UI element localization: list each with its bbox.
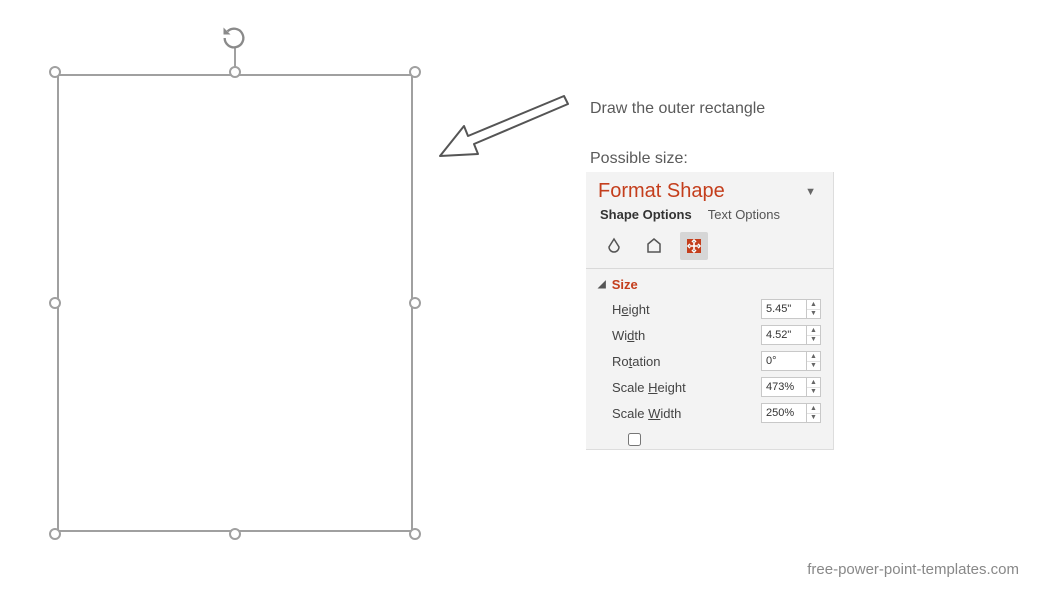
rotation-spin-down[interactable]: ▼ <box>807 362 820 371</box>
resize-handle-top-middle[interactable] <box>229 66 241 78</box>
scale-width-spin-down[interactable]: ▼ <box>807 414 820 423</box>
fill-line-icon[interactable] <box>600 232 628 260</box>
scale-width-spin-up[interactable]: ▲ <box>807 404 820 414</box>
resize-handle-bottom-middle[interactable] <box>229 528 241 540</box>
effects-icon[interactable] <box>640 232 668 260</box>
width-spin-up[interactable]: ▲ <box>807 326 820 336</box>
scale-width-spinner[interactable]: ▲ ▼ <box>761 403 821 423</box>
scale-height-spin-up[interactable]: ▲ <box>807 378 820 388</box>
scale-height-spinner[interactable]: ▲ ▼ <box>761 377 821 397</box>
instruction-text-1: Draw the outer rectangle <box>590 100 765 118</box>
watermark-text: free-power-point-templates.com <box>807 561 1019 578</box>
resize-handle-bottom-left[interactable] <box>49 528 61 540</box>
pane-dropdown-icon[interactable]: ▼ <box>800 183 821 201</box>
instruction-text-2: Possible size: <box>590 150 688 168</box>
label-scale-width: Scale Width <box>600 406 681 421</box>
tab-text-options[interactable]: Text Options <box>708 207 780 222</box>
label-scale-height: Scale Height <box>600 380 686 395</box>
section-size-header[interactable]: ◢ Size <box>586 269 833 296</box>
label-rotation: Rotation <box>600 354 660 369</box>
lock-aspect-checkbox[interactable] <box>628 433 641 446</box>
scale-height-input[interactable] <box>762 378 806 396</box>
scale-height-spin-down[interactable]: ▼ <box>807 388 820 397</box>
height-spin-down[interactable]: ▼ <box>807 310 820 319</box>
canvas: Draw the outer rectangle Possible size: … <box>0 0 1049 592</box>
width-input[interactable] <box>762 326 806 344</box>
resize-handle-top-left[interactable] <box>49 66 61 78</box>
collapse-triangle-icon: ◢ <box>598 279 606 290</box>
height-spinner[interactable]: ▲ ▼ <box>761 299 821 319</box>
label-height: Height <box>600 302 650 317</box>
scale-width-input[interactable] <box>762 404 806 422</box>
rotation-input[interactable] <box>762 352 806 370</box>
selected-rectangle-shape[interactable] <box>57 74 413 532</box>
resize-handle-top-right[interactable] <box>409 66 421 78</box>
width-spinner[interactable]: ▲ ▼ <box>761 325 821 345</box>
section-size-label: Size <box>612 277 638 292</box>
height-spin-up[interactable]: ▲ <box>807 300 820 310</box>
rotation-spinner[interactable]: ▲ ▼ <box>761 351 821 371</box>
rotation-spin-up[interactable]: ▲ <box>807 352 820 362</box>
tab-shape-options[interactable]: Shape Options <box>600 207 692 222</box>
width-spin-down[interactable]: ▼ <box>807 336 820 345</box>
height-input[interactable] <box>762 300 806 318</box>
label-width: Width <box>600 328 645 343</box>
annotation-arrow-icon <box>432 92 572 175</box>
rotation-handle-icon[interactable] <box>220 24 248 55</box>
pane-title: Format Shape <box>598 180 725 203</box>
resize-handle-middle-left[interactable] <box>49 297 61 309</box>
resize-handle-middle-right[interactable] <box>409 297 421 309</box>
resize-handle-bottom-right[interactable] <box>409 528 421 540</box>
size-properties-icon[interactable] <box>680 232 708 260</box>
format-shape-pane: Format Shape ▼ Shape Options Text Option… <box>586 172 834 450</box>
